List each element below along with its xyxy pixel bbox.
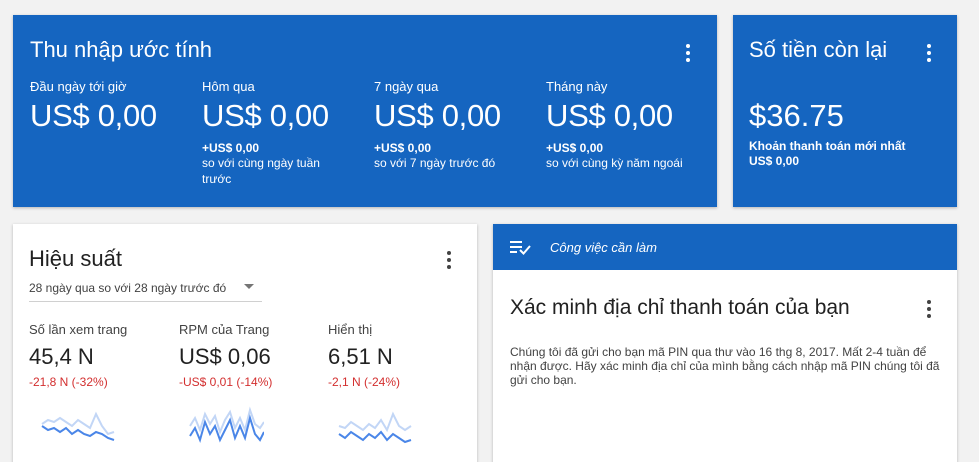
period-selector-label: 28 ngày qua so với 28 ngày trước đó bbox=[29, 281, 227, 295]
perf-metric-label: RPM của Trang bbox=[179, 322, 270, 337]
balance-amount: $36.75 bbox=[749, 98, 844, 133]
task-more-icon[interactable] bbox=[926, 300, 932, 318]
metric-value: US$ 0,00 bbox=[30, 98, 157, 133]
performance-title: Hiệu suất bbox=[29, 246, 122, 271]
metric-value: US$ 0,00 bbox=[374, 98, 501, 133]
last-payment-value: US$ 0,00 bbox=[749, 154, 800, 168]
perf-metric-pageviews[interactable]: Số lần xem trang 45,4 N -21,8 N (-32%) bbox=[29, 322, 174, 389]
perf-metric-label: Số lần xem trang bbox=[29, 322, 128, 337]
perf-metric-delta: -21,8 N (-32%) bbox=[29, 375, 108, 389]
checklist-icon bbox=[510, 241, 531, 255]
sparkline-pageviews bbox=[41, 411, 115, 441]
metric-compare: so với cùng ngày tuần trước bbox=[202, 156, 320, 186]
metric-delta: +US$ 0,00 bbox=[202, 141, 260, 155]
last-payment-label: Khoản thanh toán mới nhất bbox=[749, 139, 906, 153]
metric-compare: so với cùng kỳ năm ngoái bbox=[546, 156, 683, 170]
sparkline-page-rpm bbox=[189, 406, 264, 444]
sparkline-previous-series bbox=[338, 411, 412, 433]
task-body: Chúng tôi đã gửi cho bạn mã PIN qua thư … bbox=[510, 345, 940, 387]
balance-title: Số tiền còn lại bbox=[749, 37, 888, 62]
estimated-earnings-more-icon[interactable] bbox=[685, 44, 691, 62]
metric-last-7-days: 7 ngày qua US$ 0,00 +US$ 0,00 so với 7 n… bbox=[374, 79, 539, 171]
metric-delta: +US$ 0,00 bbox=[374, 141, 432, 155]
metric-value: US$ 0,00 bbox=[546, 98, 673, 133]
balance-more-icon[interactable] bbox=[926, 44, 932, 62]
todo-card: Công việc cần làm Xác minh địa chỉ thanh… bbox=[493, 224, 957, 462]
metric-label: Tháng này bbox=[546, 79, 608, 94]
perf-metric-value: 45,4 N bbox=[29, 344, 94, 369]
dropdown-arrow-icon bbox=[244, 284, 254, 289]
metric-value: US$ 0,00 bbox=[202, 98, 329, 133]
perf-metric-value: 6,51 N bbox=[328, 344, 393, 369]
sparkline-current-series bbox=[338, 430, 412, 444]
perf-metric-page-rpm[interactable]: RPM của Trang US$ 0,06 -US$ 0,01 (-14%) bbox=[179, 322, 324, 389]
metric-yesterday: Hôm qua US$ 0,00 +US$ 0,00 so với cùng n… bbox=[202, 79, 367, 187]
period-selector[interactable]: 28 ngày qua so với 28 ngày trước đó bbox=[29, 279, 262, 302]
todo-header: Công việc cần làm bbox=[493, 224, 957, 270]
sparkline-impressions bbox=[338, 411, 412, 444]
metric-compare: so với 7 ngày trước đó bbox=[374, 156, 496, 170]
metric-today: Đầu ngày tới giờ US$ 0,00 bbox=[30, 79, 195, 134]
task-title: Xác minh địa chỉ thanh toán của bạn bbox=[510, 296, 850, 319]
perf-metric-delta: -US$ 0,01 (-14%) bbox=[179, 375, 273, 389]
performance-more-icon[interactable] bbox=[446, 251, 452, 269]
metric-label: Đầu ngày tới giờ bbox=[30, 79, 127, 94]
perf-metric-value: US$ 0,06 bbox=[179, 344, 271, 369]
balance-card: Số tiền còn lại $36.75 Khoản thanh toán … bbox=[733, 15, 957, 207]
metric-label: Hôm qua bbox=[202, 79, 255, 94]
perf-metric-label: Hiển thị bbox=[328, 322, 373, 337]
todo-header-title: Công việc cần làm bbox=[550, 240, 657, 255]
perf-metric-impressions[interactable]: Hiển thị 6,51 N -2,1 N (-24%) bbox=[328, 322, 473, 389]
estimated-earnings-title: Thu nhập ước tính bbox=[30, 37, 213, 62]
metric-this-month: Tháng này US$ 0,00 +US$ 0,00 so với cùng… bbox=[546, 79, 711, 171]
metric-delta: +US$ 0,00 bbox=[546, 141, 604, 155]
perf-metric-delta: -2,1 N (-24%) bbox=[328, 375, 401, 389]
performance-card: Hiệu suất 28 ngày qua so với 28 ngày trư… bbox=[13, 224, 477, 462]
estimated-earnings-card: Thu nhập ước tính Đầu ngày tới giờ US$ 0… bbox=[13, 15, 717, 207]
metric-label: 7 ngày qua bbox=[374, 79, 439, 94]
